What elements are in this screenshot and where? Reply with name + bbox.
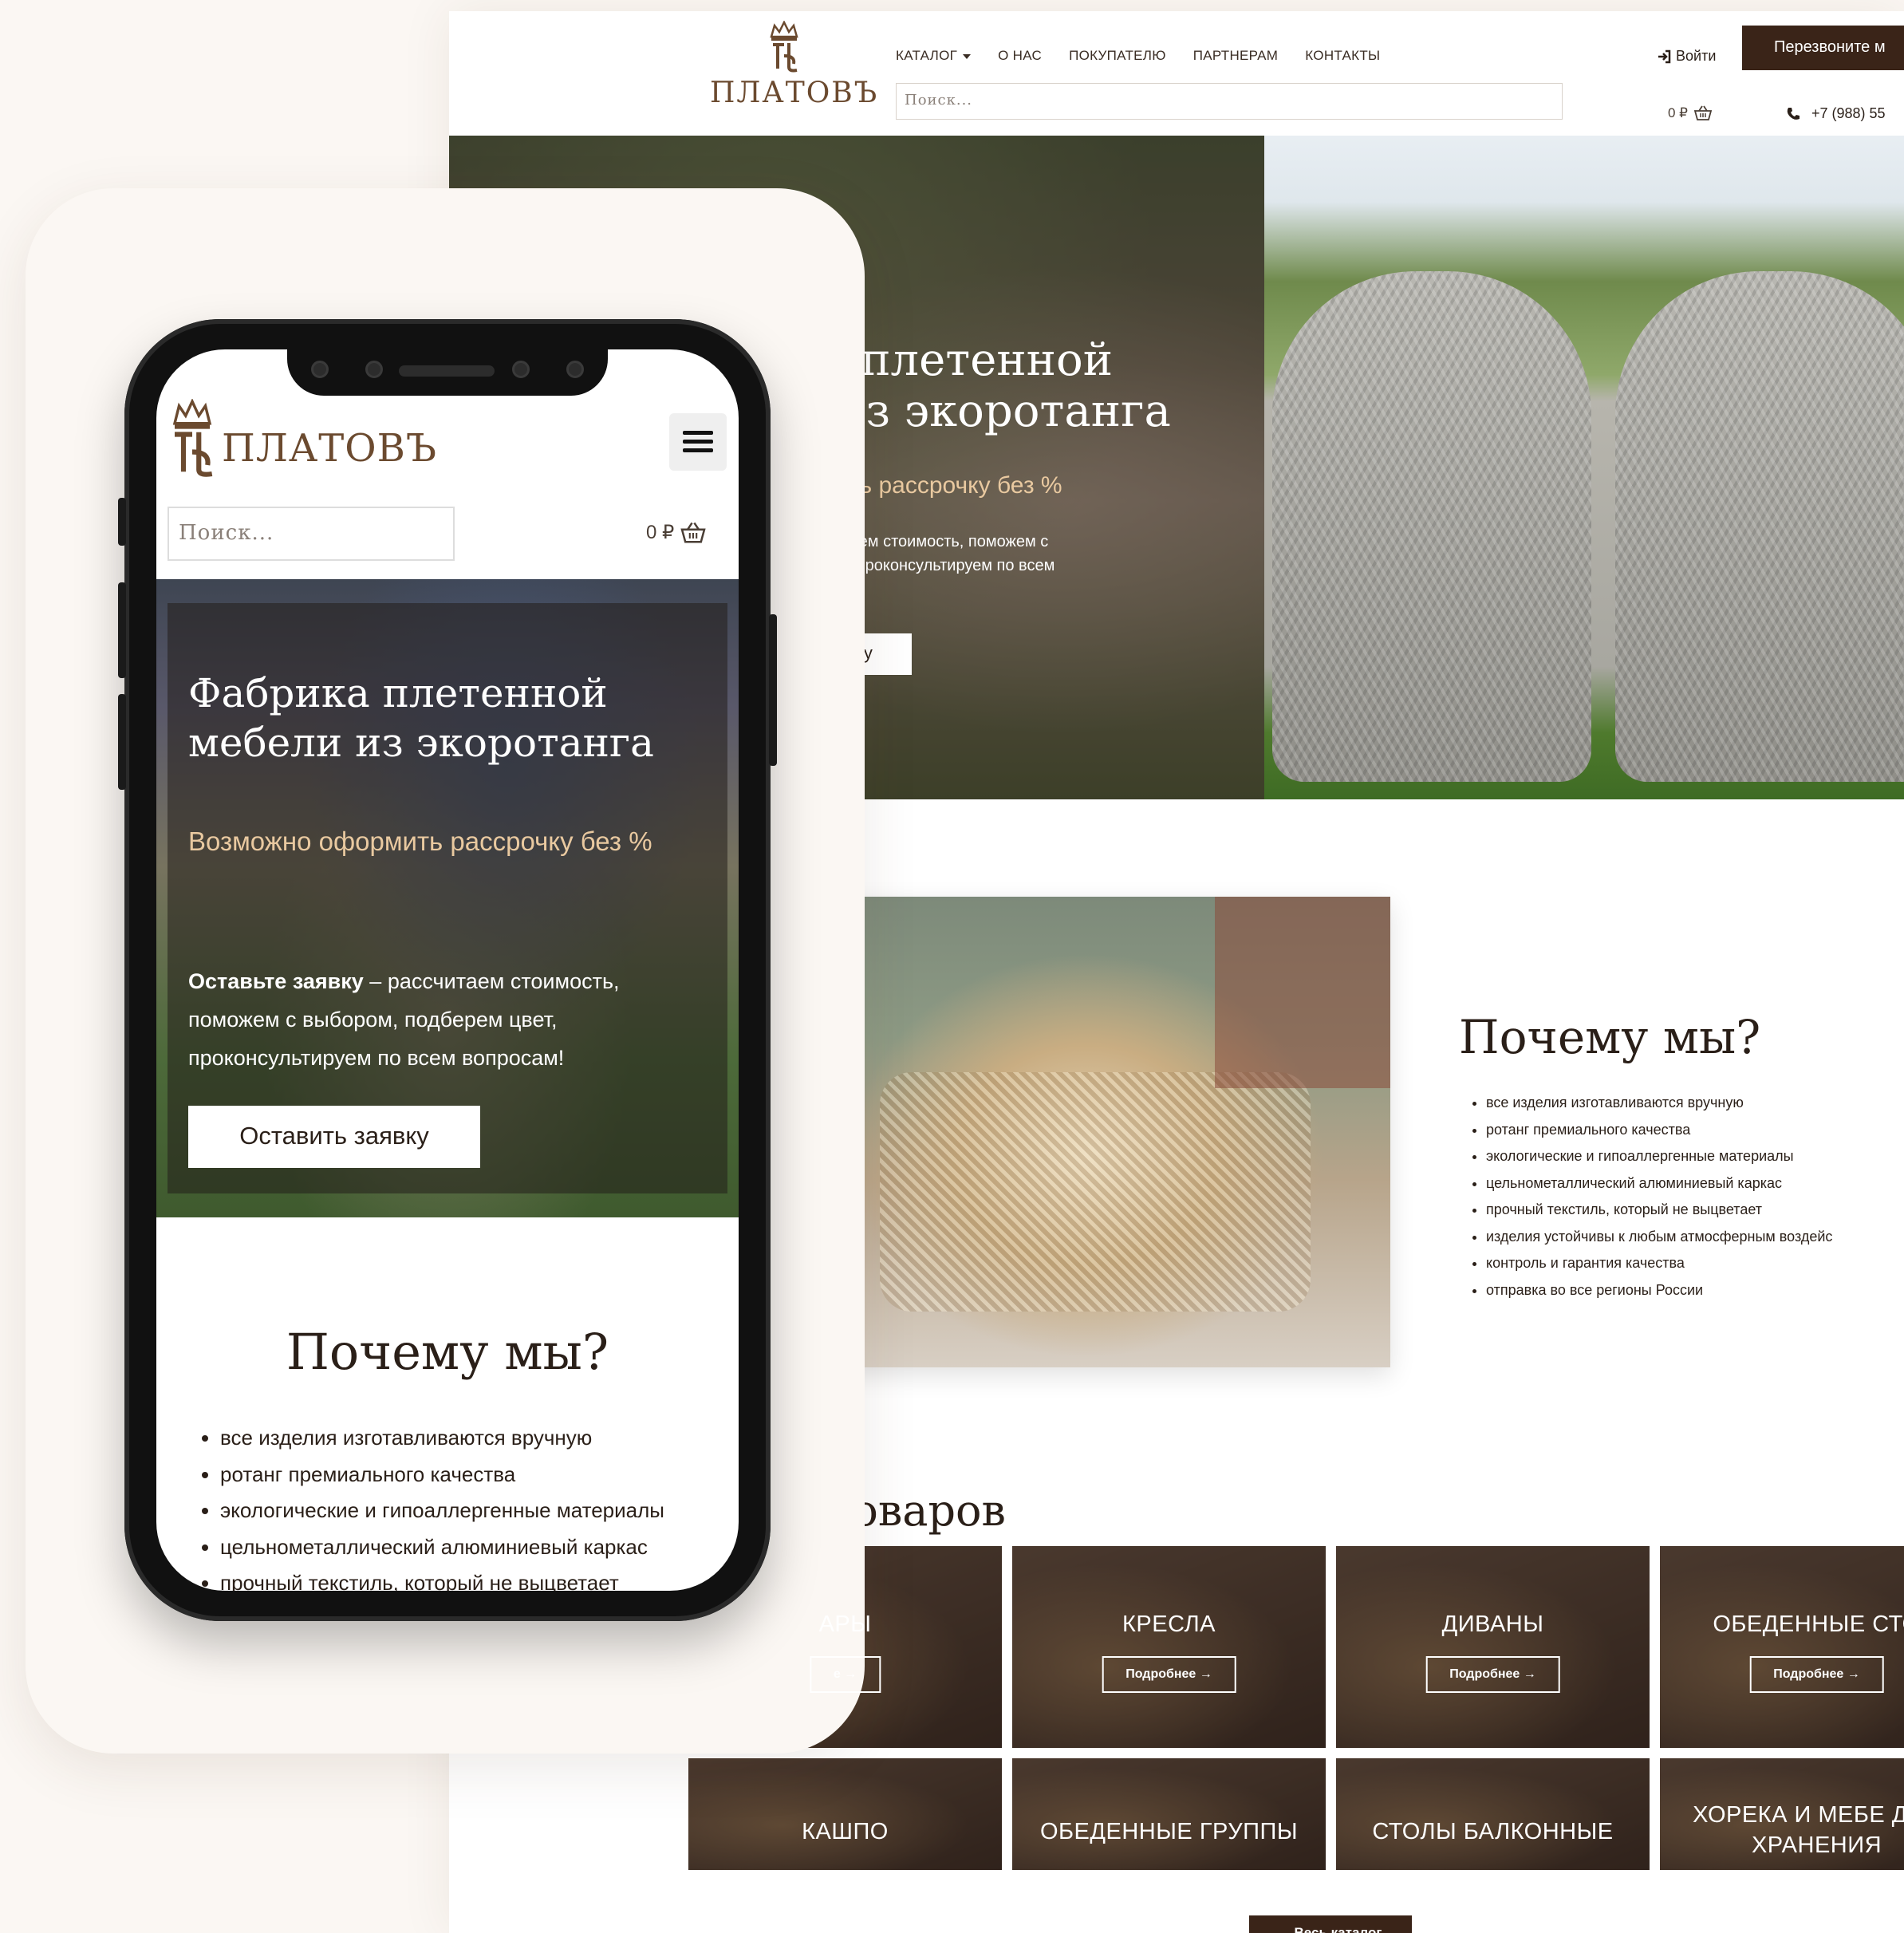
cart-total: 0 ₽: [646, 522, 675, 543]
desktop-nav: КАТАЛОГ О НАС ПОКУПАТЕЛЮ ПАРТНЕРАМ КОНТА…: [896, 48, 1380, 64]
nav-buyer[interactable]: ПОКУПАТЕЛЮ: [1069, 48, 1166, 64]
crown-monogram-icon: [769, 21, 798, 73]
list-item: прочный текстиль, который не выцветает: [220, 1565, 664, 1591]
catalog-tile-horeca[interactable]: ХОРЕКА И МЕБЕ ДЛЯ ХРАНЕНИЯ: [1660, 1758, 1904, 1870]
speaker-grille: [399, 365, 495, 377]
mobile-why-title: Почему мы?: [286, 1323, 609, 1381]
list-item: отправка во все регионы России: [1486, 1277, 1832, 1304]
phone-notch: [287, 349, 608, 396]
mobile-hero-button[interactable]: Оставить заявку: [188, 1106, 480, 1168]
camera-icon: [512, 361, 530, 378]
catalog-tile-dining-tables[interactable]: ОБЕДЕННЫЕ СТО Подробнее →: [1660, 1546, 1904, 1748]
desktop-header: ПЛАТОВЪ КАТАЛОГ О НАС ПОКУПАТЕЛЮ ПАРТНЕР…: [449, 11, 1904, 136]
wicker-chair-right: [1615, 271, 1904, 782]
menu-bar: [683, 440, 713, 444]
catalog-tile-armchairs[interactable]: КРЕСЛА Подробнее →: [1012, 1546, 1326, 1748]
list-item: ротанг премиального качества: [220, 1457, 664, 1493]
desktop-cart[interactable]: 0 ₽: [1668, 105, 1712, 121]
catalog-tile-sofas[interactable]: ДИВАНЫ Подробнее →: [1336, 1546, 1650, 1748]
list-item: все изделия изготавливаются вручную: [220, 1420, 664, 1457]
mobile-logo[interactable]: ПЛАТОВЪ: [166, 399, 437, 479]
why-photo-dining-set: [784, 897, 1390, 1367]
wicker-chair-left: [1272, 271, 1591, 782]
desktop-phone[interactable]: +7 (988) 55: [1786, 105, 1886, 122]
mobile-hero-text: Оставьте заявку – рассчитаем стоимость, …: [188, 962, 715, 1077]
tile-label: ХОРЕКА И МЕБЕ ДЛЯ ХРАНЕНИЯ: [1693, 1802, 1904, 1858]
list-item: цельнометаллический алюминиевый каркас: [1486, 1170, 1832, 1197]
catalog-tile-planters[interactable]: КАШПО: [688, 1758, 1002, 1870]
phone-screen: ПЛАТОВЪ Поиск... 0 ₽ Фабрика плетенной м…: [156, 349, 739, 1591]
mobile-logo-text: ПЛАТОВЪ: [222, 426, 438, 471]
basket-icon: [680, 522, 706, 542]
mobile-search-input[interactable]: Поиск...: [168, 507, 455, 561]
hero-photo-chairs: [1264, 136, 1904, 799]
catalog-tile-dining-groups[interactable]: ОБЕДЕННЫЕ ГРУППЫ: [1012, 1758, 1326, 1870]
menu-bar: [683, 448, 713, 452]
tile-label: КАШПО: [802, 1819, 889, 1844]
phone-power-button: [769, 614, 777, 766]
crown-monogram-icon: [172, 399, 213, 477]
hero-text-bold: Оставьте заявку: [188, 969, 364, 993]
mobile-why-list: все изделия изготавливаются вручную рота…: [196, 1420, 664, 1591]
tile-more-button[interactable]: е →: [809, 1656, 881, 1693]
mobile-hero: Фабрика плетенной мебели из экоротанга В…: [156, 579, 739, 1217]
login-label: Войти: [1676, 48, 1717, 64]
list-item: экологические и гипоаллергенные материал…: [1486, 1143, 1832, 1170]
list-item: ротанг премиального качества: [1486, 1117, 1832, 1144]
phone-volume-down: [118, 694, 126, 790]
phone-mute-switch: [118, 498, 126, 546]
hero-title-line2: мебели из экоротанга: [188, 720, 654, 766]
sign-in-icon: [1658, 49, 1671, 63]
all-catalog-button[interactable]: ⌄ Весь каталог: [1249, 1915, 1412, 1933]
nav-contacts[interactable]: КОНТАКТЫ: [1305, 48, 1380, 64]
tile-label: КРЕСЛА: [1122, 1611, 1216, 1637]
sensor-icon: [566, 361, 584, 378]
tile-more-button[interactable]: Подробнее →: [1425, 1656, 1560, 1693]
list-item: контроль и гарантия качества: [1486, 1250, 1832, 1277]
mobile-hero-title: Фабрика плетенной мебели из экоротанга: [188, 669, 654, 767]
nav-catalog-label: КАТАЛОГ: [896, 48, 958, 63]
nav-partners[interactable]: ПАРТНЕРАМ: [1193, 48, 1279, 64]
list-item: цельнометаллический алюминиевый каркас: [220, 1529, 664, 1566]
camera-icon: [365, 361, 383, 378]
mobile-hero-subtitle: Возможно оформить рассрочку без %: [188, 826, 652, 856]
desktop-why-list: все изделия изготавливаются вручную рота…: [1470, 1090, 1832, 1304]
sensor-icon: [311, 361, 329, 378]
desktop-why-title: Почему мы?: [1459, 1010, 1761, 1064]
basket-icon: [1694, 105, 1712, 120]
desktop-search-input[interactable]: Поиск...: [896, 83, 1563, 120]
tile-label: СТОЛЫ БАЛКОННЫЕ: [1372, 1819, 1614, 1844]
chevron-down-icon: ⌄: [1279, 1925, 1295, 1933]
list-item: экологические и гипоаллергенные материал…: [220, 1493, 664, 1529]
phone-mockup: ПЛАТОВЪ Поиск... 0 ₽ Фабрика плетенной м…: [118, 319, 777, 1621]
phone-icon: [1787, 107, 1800, 120]
list-item: все изделия изготавливаются вручную: [1486, 1090, 1832, 1117]
tile-label: ОБЕДЕННЫЕ ГРУППЫ: [1039, 1819, 1299, 1844]
caret-down-icon: [963, 53, 972, 59]
catalog-tile-balcony-tables[interactable]: СТОЛЫ БАЛКОННЫЕ: [1336, 1758, 1650, 1870]
menu-bar: [683, 431, 713, 435]
list-item: изделия устойчивы к любым атмосферным во…: [1486, 1224, 1832, 1251]
hero-title-line1: Фабрика плетенной: [188, 670, 608, 716]
tile-more-button[interactable]: Подробнее →: [1749, 1656, 1884, 1693]
list-item: прочный текстиль, который не выцветает: [1486, 1197, 1832, 1224]
callback-button[interactable]: Перезвоните м: [1742, 26, 1904, 70]
tile-label: ДИВАНЫ: [1441, 1611, 1544, 1637]
nav-catalog[interactable]: КАТАЛОГ: [896, 48, 972, 64]
mobile-cart[interactable]: 0 ₽: [646, 521, 706, 544]
phone-number: +7 (988) 55: [1811, 105, 1886, 121]
nav-about[interactable]: О НАС: [998, 48, 1042, 64]
login-link[interactable]: Войти: [1657, 48, 1716, 65]
phone-volume-up: [118, 582, 126, 678]
tile-more-button[interactable]: Подробнее →: [1102, 1656, 1236, 1693]
tile-label: АРЫ: [818, 1611, 872, 1637]
all-catalog-label: Весь каталог: [1294, 1925, 1382, 1933]
tile-label: ОБЕДЕННЫЕ СТО: [1713, 1611, 1904, 1637]
cart-total: 0 ₽: [1668, 105, 1688, 120]
desktop-logo[interactable]: ПЛАТОВЪ: [710, 21, 879, 109]
desktop-logo-text: ПЛАТОВЪ: [710, 77, 879, 109]
hamburger-menu-button[interactable]: [669, 413, 727, 471]
